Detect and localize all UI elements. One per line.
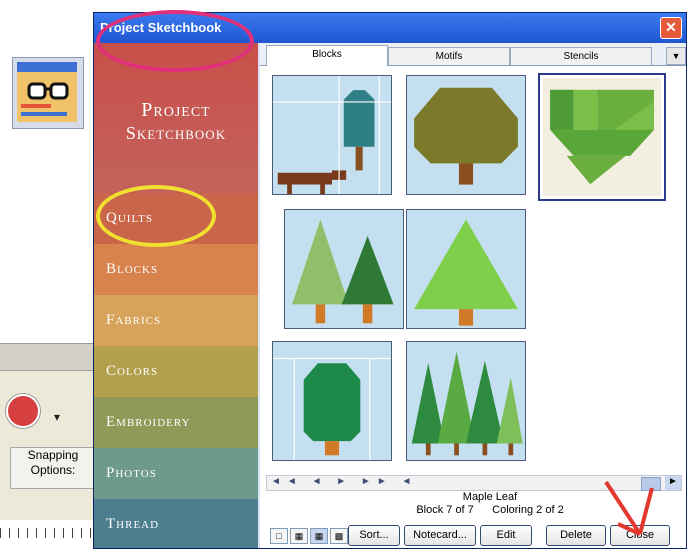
block-count: Block 7 of 7 [416,504,474,516]
sidebar-header-line1: Project [141,99,211,121]
tab-blocks[interactable]: Blocks [266,45,388,66]
sidebar-item-label: Photos [106,465,157,481]
notecard-button[interactable]: Notecard... [404,525,476,546]
delete-button[interactable]: Delete [546,525,606,546]
sidebar-item-colors[interactable]: Colors [94,346,258,397]
block-thumbnail[interactable] [406,75,526,195]
sidebar-item-label: Blocks [106,261,159,277]
sidebar-item-label: Colors [106,363,159,379]
block-name: Maple Leaf [462,491,518,503]
sidebar-item-label: Embroidery [106,414,191,430]
tool-button[interactable] [6,394,40,428]
tab-strip: Blocks Motifs Stencils ▼ [260,43,686,66]
block-thumbnail[interactable] [284,209,404,329]
block-thumbnail[interactable] [272,341,392,461]
sidebar-header-line2: Sketchbook [125,123,227,143]
block-thumbnail[interactable] [406,341,526,461]
block-count-line: Block 7 of 7 Coloring 2 of 2 [360,504,620,517]
view-single-icon[interactable]: □ [270,528,288,544]
navigation-buttons[interactable]: ◄◄ ◄ ► ►► ◄ [271,476,417,487]
glasses-icon [27,82,69,100]
sidebar-item-label: Thread [106,516,160,532]
sidebar-item-thread[interactable]: Thread [94,499,258,548]
scroll-right-arrow-icon[interactable]: ► [665,476,681,490]
block-thumbnail-image [273,342,391,460]
background-app-toolbar [0,344,98,371]
coloring-count: Coloring 2 of 2 [492,504,564,516]
chevron-down-icon[interactable]: ▾ [54,410,60,424]
block-thumbnail-image [407,342,525,460]
sidebar-item-photos[interactable]: Photos [94,448,258,499]
annotation-circle-title [96,10,254,72]
window-close-button[interactable]: ✕ [660,17,682,39]
block-thumbnail-image [285,210,403,328]
block-thumbnail-grid [266,69,680,461]
sidebar-item-blocks[interactable]: Blocks [94,244,258,295]
view-grid-large-icon[interactable]: ▩ [330,528,348,544]
tab-motifs[interactable]: Motifs [388,47,510,65]
view-grid-small-icon[interactable]: ▦ [290,528,308,544]
content-panel: Blocks Motifs Stencils ▼ ◄◄ ◄ ► ►► ◄ ► M… [260,43,686,548]
snapping-options-button[interactable]: Snapping Options: [10,447,96,489]
block-info: Maple Leaf Block 7 of 7 Coloring 2 of 2 [360,491,620,517]
sidebar-item-label: Fabrics [106,312,162,328]
block-thumbnail-image [543,78,661,196]
background-app-window: ▾ Snapping Options: [0,343,98,548]
icon-line [21,104,51,108]
block-thumbnail-image [273,76,391,194]
annotation-circle-quilts [96,185,216,247]
tab-scroll-button[interactable]: ▼ [666,47,686,65]
project-sketchbook-window: Project Sketchbook ✕ Project Sketchbook … [93,12,687,549]
icon-titlebar [17,62,77,72]
block-thumbnail[interactable] [406,209,526,329]
block-thumbnail-image [407,76,525,194]
sort-button[interactable]: Sort... [348,525,400,546]
project-sketchbook-app-icon[interactable] [12,57,84,129]
annotation-arrow-icon [604,480,654,536]
view-grid-medium-icon[interactable]: ▦ [310,528,328,544]
sidebar-item-fabrics[interactable]: Fabrics [94,295,258,346]
edit-button[interactable]: Edit [480,525,532,546]
sidebar-item-embroidery[interactable]: Embroidery [94,397,258,448]
tab-stencils[interactable]: Stencils [510,47,652,65]
icon-line [21,112,67,116]
block-thumbnail-image [407,210,525,328]
sidebar: Project Sketchbook Quilts Blocks Fabrics… [94,43,258,548]
block-thumbnail[interactable] [272,75,392,195]
block-thumbnail-selected[interactable] [538,73,666,201]
ruler [0,520,98,548]
